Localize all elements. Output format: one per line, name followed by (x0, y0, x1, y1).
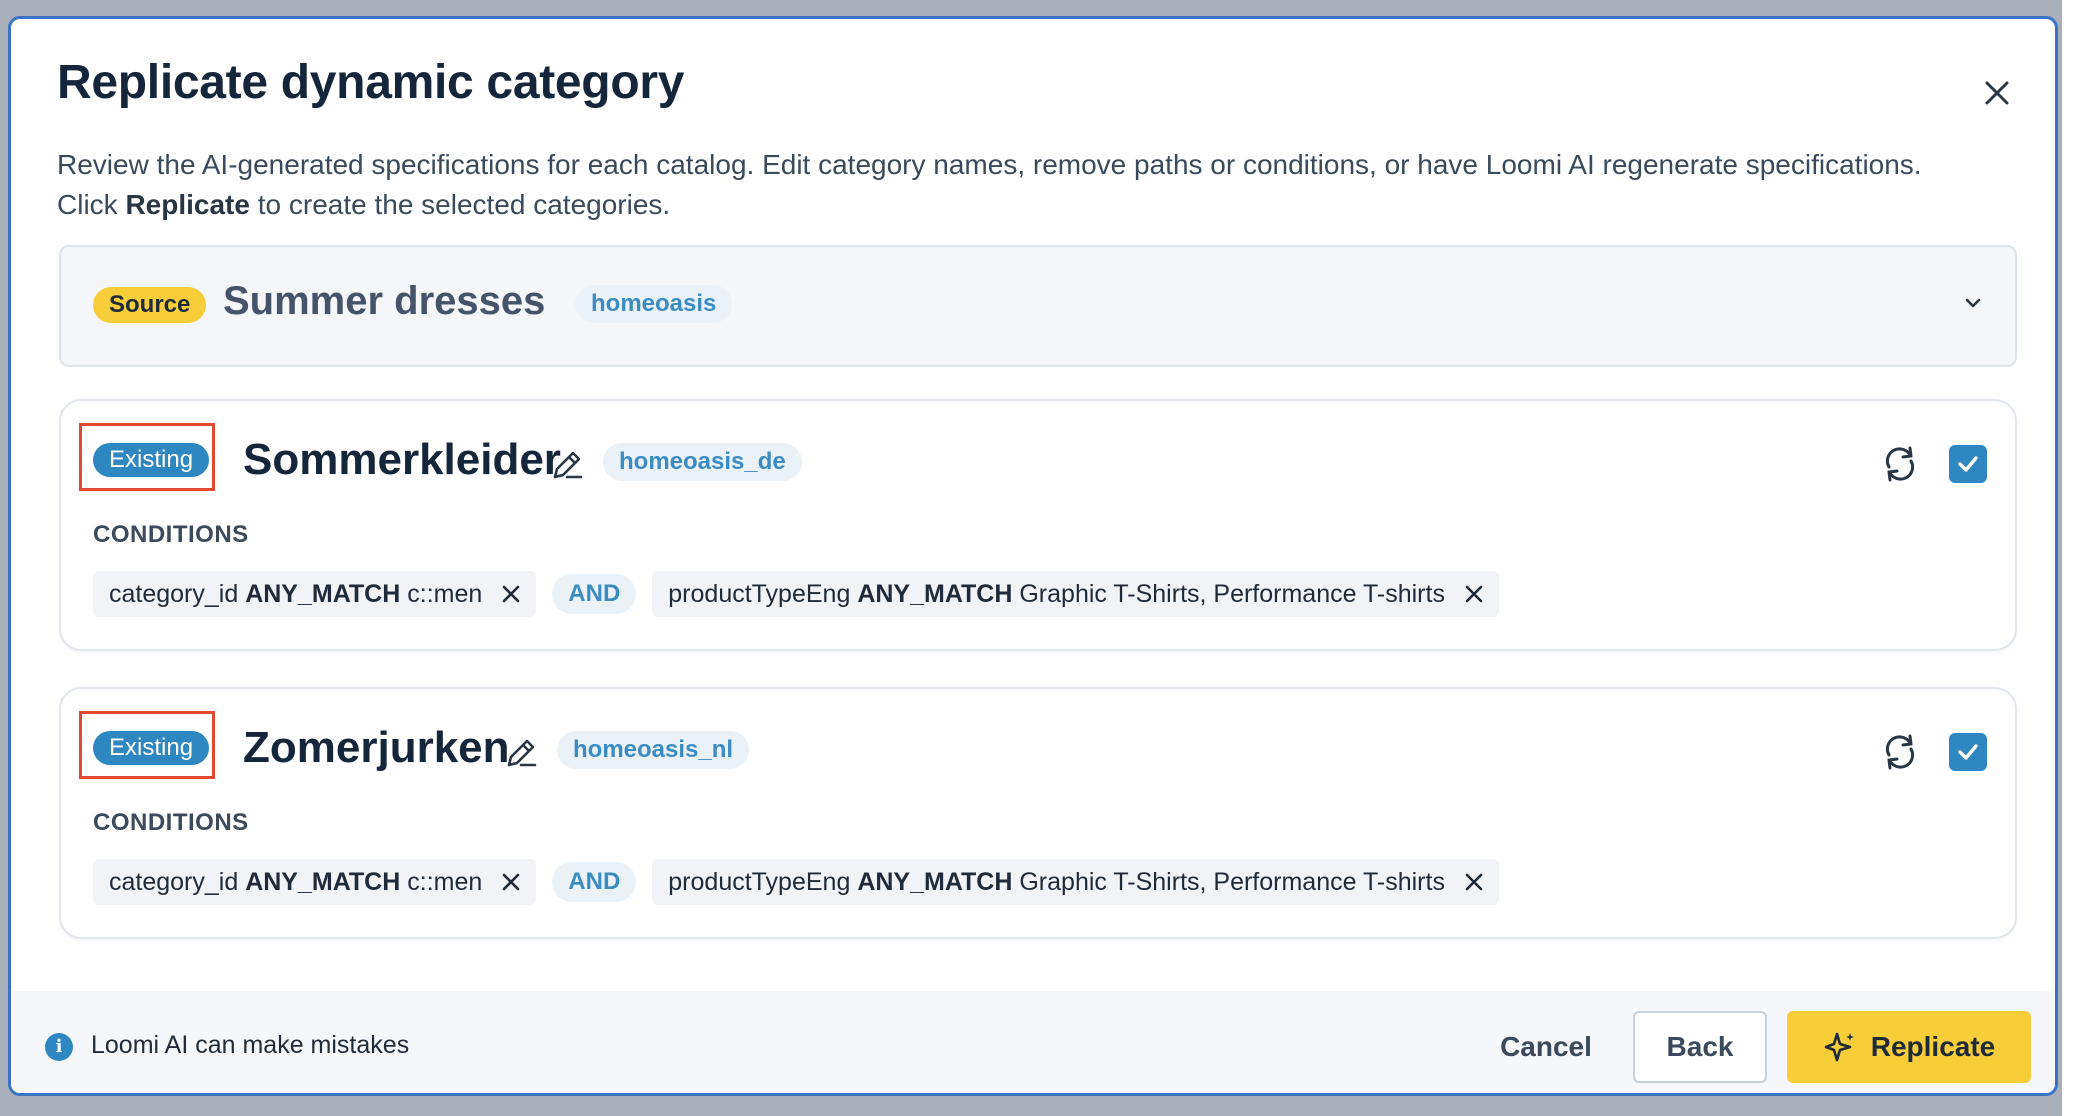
back-button[interactable]: Back (1633, 1011, 1767, 1083)
and-operator-pill: AND (552, 862, 637, 902)
replicate-button[interactable]: Replicate (1787, 1011, 2031, 1083)
edit-name-icon[interactable] (503, 735, 539, 771)
catalog-pill: homeoasis_nl (557, 731, 750, 769)
replicate-label: Replicate (1870, 1031, 1996, 1062)
remove-condition-icon[interactable] (1463, 871, 1485, 893)
and-operator-pill: AND (552, 574, 637, 614)
chevron-down-icon (1965, 298, 1981, 308)
conditions-label: CONDITIONS (93, 809, 249, 836)
remove-condition-icon[interactable] (500, 583, 522, 605)
regenerate-icon[interactable] (1879, 443, 1921, 485)
cancel-button[interactable]: Cancel (1471, 1011, 1621, 1083)
condition-chip: productTypeEng ANY_MATCH Graphic T-Shirt… (652, 571, 1499, 617)
dialog-description: Review the AI-generated specifications f… (57, 149, 1922, 220)
select-category-checkbox[interactable] (1949, 733, 1987, 771)
sparkle-icon (1824, 1032, 1854, 1062)
catalog-pill: homeoasis_de (603, 443, 802, 481)
replicate-dialog: Replicate dynamic category Review the AI… (8, 16, 2058, 1096)
regenerate-icon[interactable] (1879, 731, 1921, 773)
category-name: Zomerjurken (243, 723, 510, 772)
edit-name-icon[interactable] (549, 447, 585, 483)
source-catalog-pill: homeoasis (575, 285, 733, 323)
source-category-name: Summer dresses (223, 279, 546, 323)
dialog-footer: i Loomi AI can make mistakes Cancel Back… (11, 991, 2055, 1093)
remove-condition-icon[interactable] (1463, 583, 1485, 605)
category-name: Sommerkleider (243, 435, 561, 484)
condition-chip: category_id ANY_MATCH c::men (93, 859, 537, 905)
checkmark-icon (1958, 456, 1978, 472)
background-window-edge (2062, 0, 2074, 1116)
info-icon: i (45, 1033, 73, 1061)
close-icon (1985, 81, 2009, 105)
conditions-row: category_id ANY_MATCH c::men AND product… (93, 859, 1499, 905)
conditions-label: CONDITIONS (93, 521, 249, 548)
close-button[interactable] (1973, 69, 2021, 117)
dialog-title: Replicate dynamic category (57, 56, 685, 109)
existing-badge: Existing (93, 443, 210, 477)
source-category-card: Source Summer dresses homeoasis (59, 245, 2017, 367)
existing-badge: Existing (93, 731, 210, 765)
expand-source-button[interactable] (1953, 283, 1993, 323)
category-card: Existing Sommerkleider homeoasis_de COND… (59, 399, 2017, 651)
condition-chip: productTypeEng ANY_MATCH Graphic T-Shirt… (652, 859, 1499, 905)
condition-chip: category_id ANY_MATCH c::men (93, 571, 537, 617)
source-badge: Source (93, 287, 207, 323)
select-category-checkbox[interactable] (1949, 445, 1987, 483)
conditions-row: category_id ANY_MATCH c::men AND product… (93, 571, 1499, 617)
category-card: Existing Zomerjurken homeoasis_nl CONDIT… (59, 687, 2017, 939)
checkmark-icon (1958, 744, 1978, 760)
ai-disclaimer: Loomi AI can make mistakes (91, 1031, 410, 1059)
remove-condition-icon[interactable] (500, 871, 522, 893)
